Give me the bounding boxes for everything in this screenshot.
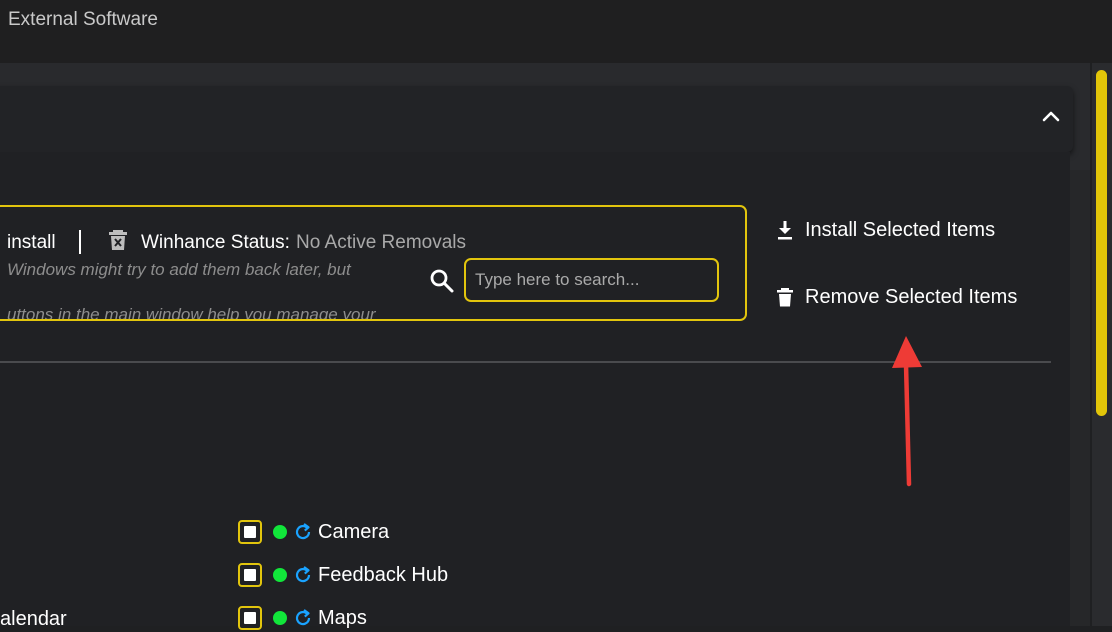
remove-selected-button[interactable]: Remove Selected Items <box>776 282 1017 312</box>
search-icon <box>430 269 454 293</box>
status-dot <box>273 611 287 625</box>
install-selected-label: Install Selected Items <box>805 218 996 241</box>
list-item[interactable]: Maps <box>238 604 367 632</box>
title-bar: External Software <box>0 0 1112 63</box>
panel-edge <box>1070 170 1090 626</box>
checkbox[interactable] <box>238 520 262 544</box>
list-item[interactable]: Camera <box>238 518 389 546</box>
status-label: Winhance Status: <box>141 232 290 253</box>
download-icon <box>778 221 792 240</box>
status-dot <box>273 568 287 582</box>
install-selected-button[interactable]: Install Selected Items <box>776 215 995 245</box>
chevron-up-icon[interactable] <box>1039 105 1063 129</box>
sync-icon <box>295 609 311 626</box>
annotation-arrow <box>892 336 922 487</box>
checkbox[interactable] <box>238 606 262 630</box>
app-label: alendar <box>0 608 67 630</box>
trash-x-icon <box>109 230 127 250</box>
search-input[interactable] <box>464 258 719 302</box>
sync-icon <box>295 523 311 540</box>
description-line-1: Windows might try to add them back later… <box>7 260 351 279</box>
status-dot <box>273 525 287 539</box>
trash-icon <box>777 288 793 307</box>
list-item[interactable]: Feedback Hub <box>238 561 448 589</box>
window-title: External Software <box>8 9 158 30</box>
app-label: Feedback Hub <box>318 563 449 586</box>
separator <box>79 230 81 254</box>
install-label: install <box>7 232 56 253</box>
checkbox[interactable] <box>238 563 262 587</box>
section-header[interactable] <box>0 86 1073 152</box>
app-label: Camera <box>318 520 390 543</box>
remove-selected-label: Remove Selected Items <box>805 285 1018 308</box>
app-label: Maps <box>318 606 367 629</box>
scrollbar-thumb[interactable] <box>1096 70 1107 416</box>
sync-icon <box>295 566 311 583</box>
description-line-2: uttons in the main window help you manag… <box>7 305 376 321</box>
status-value: No Active Removals <box>296 232 467 253</box>
